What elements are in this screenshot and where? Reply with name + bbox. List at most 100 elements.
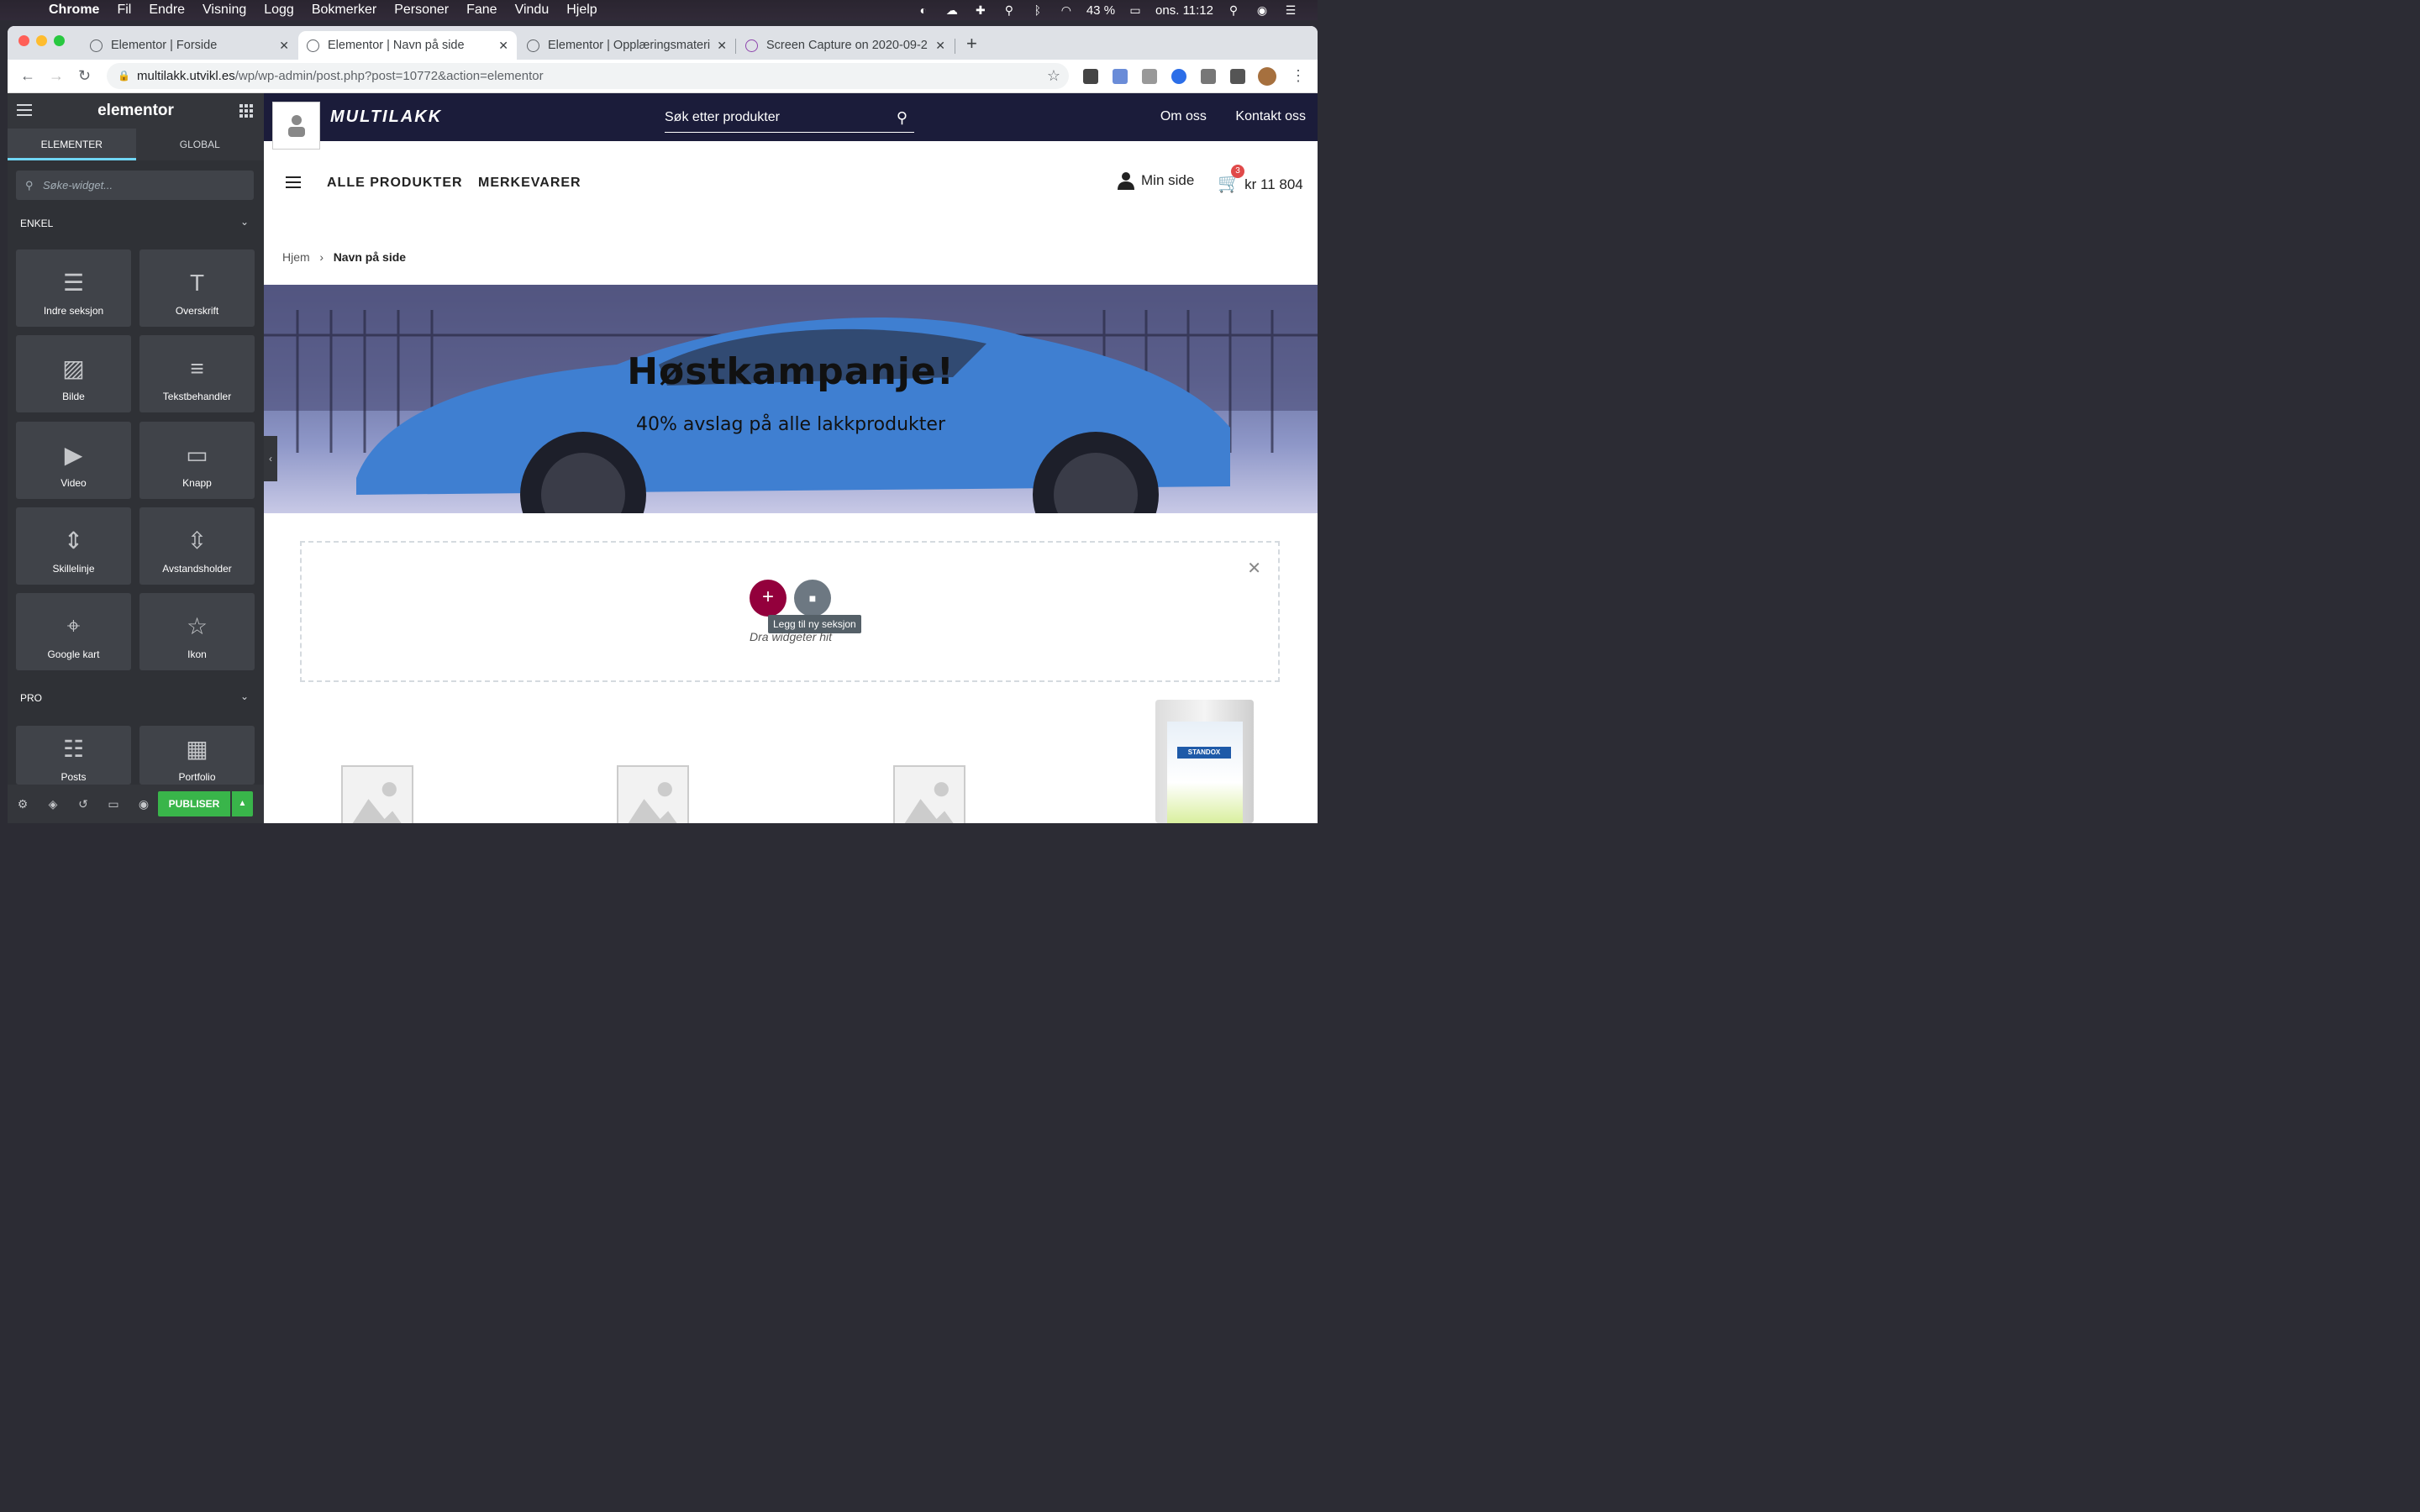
widget-icon[interactable]: ☆ Ikon <box>139 593 255 670</box>
back-icon[interactable]: ← <box>20 67 35 85</box>
widget-posts[interactable]: ☷ Posts <box>16 726 131 785</box>
publish-options-caret-icon[interactable]: ▲ <box>232 791 253 816</box>
widget-spacer[interactable]: ⇳ Avstandsholder <box>139 507 255 585</box>
widget-inner-section[interactable]: ☰ Indre seksjon <box>16 249 131 327</box>
wifi-icon[interactable]: ◠ <box>1058 3 1075 17</box>
widget-portfolio[interactable]: ▦ Portfolio <box>139 726 255 785</box>
widget-button[interactable]: ▭ Knapp <box>139 422 255 499</box>
collapse-panel-chevron-icon[interactable]: ‹ <box>264 436 277 481</box>
close-tab-icon[interactable]: ✕ <box>935 39 945 53</box>
extensions-puzzle-icon[interactable] <box>1230 69 1245 84</box>
plus-app-icon[interactable]: ✚ <box>972 3 989 17</box>
extension-grey-icon[interactable] <box>1142 69 1157 84</box>
close-tab-icon[interactable]: ✕ <box>717 39 727 53</box>
product-image-standox-can[interactable]: STANDOX <box>1155 700 1254 823</box>
widget-search-input[interactable]: ⚲ Søke-widget... <box>16 171 254 200</box>
template-library-folder-icon[interactable]: ■ <box>794 580 831 617</box>
spotlight-search-icon[interactable]: ⚲ <box>1225 3 1242 17</box>
menu-chrome[interactable]: Chrome <box>49 3 99 18</box>
menu-fil[interactable]: Fil <box>117 3 131 18</box>
menu-fane[interactable]: Fane <box>466 3 497 18</box>
address-bar[interactable]: 🔒 multilakk.utvikl.es/wp/wp-admin/post.p… <box>107 63 1069 89</box>
add-section-button[interactable]: + <box>750 580 786 617</box>
minimize-window-button[interactable] <box>36 35 47 46</box>
extension-dots-icon[interactable] <box>1083 69 1098 84</box>
navigator-layers-icon[interactable]: ◈ <box>38 797 68 811</box>
widget-text-editor[interactable]: ≡ Tekstbehandler <box>139 335 255 412</box>
category-pro[interactable]: PRO ⌄ <box>20 690 249 704</box>
extension-blue-icon[interactable] <box>1113 69 1128 84</box>
history-icon[interactable]: ↺ <box>68 797 98 811</box>
new-tab-icon[interactable]: + <box>966 33 977 55</box>
hamburger-menu-icon[interactable] <box>17 104 32 119</box>
product-image-placeholder[interactable] <box>341 765 413 823</box>
menu-hamburger-icon[interactable] <box>286 176 301 192</box>
nav-merkevarer[interactable]: MERKEVARER <box>478 176 581 191</box>
responsive-desktop-icon[interactable]: ▭ <box>98 797 129 811</box>
posts-icon: ☷ <box>62 736 85 762</box>
publish-button[interactable]: PUBLISER <box>158 791 230 816</box>
bluetooth-icon[interactable]: ᛒ <box>1029 3 1046 17</box>
tab-screen-capture[interactable]: Screen Capture on 2020-09-2 ✕ <box>737 31 954 60</box>
menu-hjelp[interactable]: Hjelp <box>566 3 597 18</box>
tab-opplaeringsmateriell[interactable]: Elementor | Opplæringsmateriell ✕ <box>518 31 735 60</box>
product-image-placeholder[interactable] <box>893 765 965 823</box>
battery-percent[interactable]: 43 % <box>1086 3 1115 18</box>
creative-cloud-icon[interactable]: ☁ <box>944 3 960 17</box>
widget-heading[interactable]: T Overskrift <box>139 249 255 327</box>
product-image-placeholder[interactable] <box>617 765 689 823</box>
menu-bokmerker[interactable]: Bokmerker <box>312 3 376 18</box>
settings-gear-icon[interactable]: ⚙ <box>8 797 38 811</box>
notification-center-icon[interactable]: ☰ <box>1282 3 1299 17</box>
reload-icon[interactable]: ↻ <box>78 67 91 85</box>
site-logo[interactable]: MULTILAKK <box>330 108 442 127</box>
tab-navn-pa-side[interactable]: Elementor | Navn på side ✕ <box>298 31 517 60</box>
battery-icon[interactable]: ▭ <box>1127 3 1144 17</box>
widget-google-maps[interactable]: ⌖ Google kart <box>16 593 131 670</box>
widgets-grid-icon[interactable] <box>239 104 253 118</box>
preview-eye-icon[interactable]: ◉ <box>129 797 159 811</box>
extension-camera-icon[interactable] <box>1201 69 1216 84</box>
menu-personer[interactable]: Personer <box>394 3 449 18</box>
lock-icon[interactable]: 🔒 <box>118 63 130 89</box>
breadcrumb-home[interactable]: Hjem <box>282 250 310 264</box>
close-icon[interactable]: ✕ <box>1247 558 1261 579</box>
breadcrumb-separator: › <box>319 250 324 264</box>
cart-link[interactable]: 🛒 kr 11 804 <box>1218 172 1303 194</box>
menu-logg[interactable]: Logg <box>264 3 294 18</box>
link-kontakt-oss[interactable]: Kontakt oss <box>1235 109 1306 123</box>
widget-divider[interactable]: ⇕ Skillelinje <box>16 507 131 585</box>
forward-icon[interactable]: → <box>49 67 64 85</box>
menu-vindu[interactable]: Vindu <box>515 3 550 18</box>
extension-eye-icon[interactable] <box>1171 69 1186 84</box>
tab-global[interactable]: GLOBAL <box>136 129 265 160</box>
clock[interactable]: ons. 11:12 <box>1155 3 1213 18</box>
close-window-button[interactable] <box>18 35 29 46</box>
my-page-link[interactable]: Min side <box>1118 171 1194 190</box>
profile-avatar[interactable] <box>1258 67 1276 86</box>
nav-alle-produkter[interactable]: ALLE PRODUKTER <box>327 176 463 191</box>
close-tab-icon[interactable]: ✕ <box>279 39 289 53</box>
product-search-input[interactable]: Søk etter produkter ⚲ <box>665 106 914 133</box>
url-host: multilakk.utvikl.es <box>137 69 235 83</box>
category-enkel[interactable]: ENKEL ⌄ <box>20 216 249 229</box>
siri-icon[interactable]: ◉ <box>1254 3 1270 17</box>
hero-banner[interactable]: Høstkampanje! 40% avslag på alle lakkpro… <box>264 285 1318 513</box>
zoom-window-button[interactable] <box>54 35 65 46</box>
browser-menu-icon[interactable]: ⋮ <box>1291 67 1306 85</box>
tab-elementer[interactable]: ELEMENTER <box>8 129 136 160</box>
widget-video[interactable]: ▶ Video <box>16 422 131 499</box>
tab-forside[interactable]: Elementor | Forside ✕ <box>82 31 297 60</box>
widget-label: Google kart <box>47 648 100 660</box>
bookmark-star-icon[interactable]: ☆ <box>1047 63 1060 89</box>
search-icon[interactable]: ⚲ <box>897 106 908 129</box>
menu-endre[interactable]: Endre <box>149 3 185 18</box>
magnifier-app-icon[interactable]: ⚲ <box>1001 3 1018 17</box>
close-tab-icon[interactable]: ✕ <box>498 39 508 53</box>
widget-image[interactable]: ▨ Bilde <box>16 335 131 412</box>
menu-visning[interactable]: Visning <box>203 3 246 18</box>
add-section-dropzone[interactable]: ✕ + ■ Legg til ny seksjon Dra widgeter h… <box>300 541 1280 682</box>
status-moon-icon[interactable]: ◐ <box>915 3 932 17</box>
link-om-oss[interactable]: Om oss <box>1160 109 1207 123</box>
breadcrumb-current: Navn på side <box>333 250 407 264</box>
